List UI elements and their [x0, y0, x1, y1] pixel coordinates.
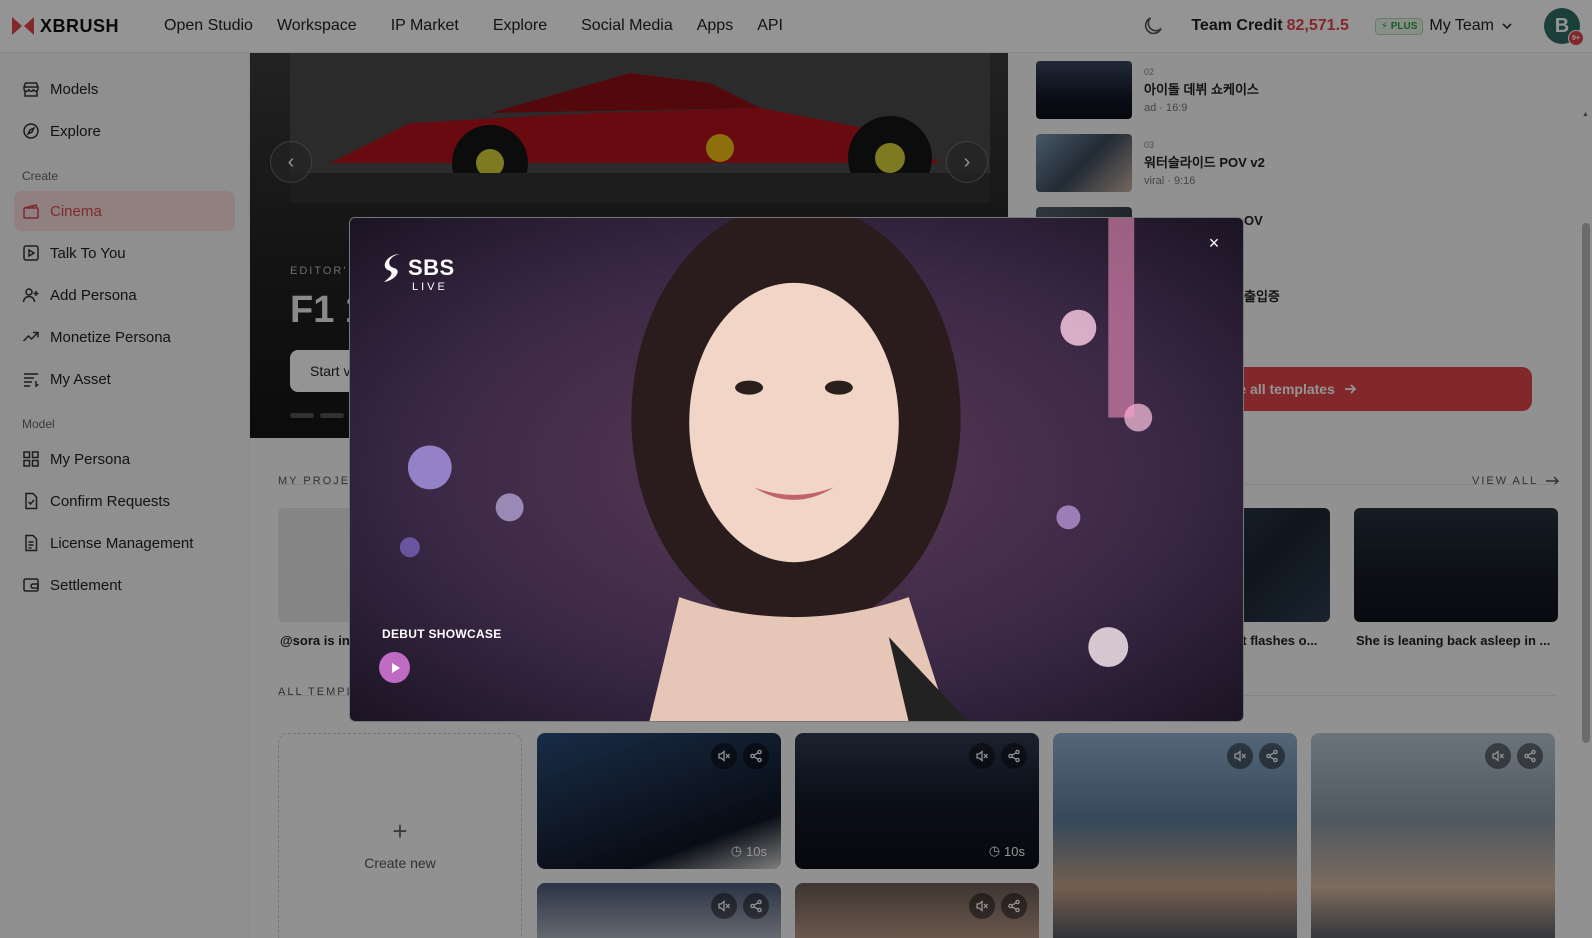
sbs-live-logo: SBS LIVE: [382, 252, 455, 293]
logo-main: SBS: [382, 252, 455, 284]
play-icon: [391, 662, 400, 673]
play-button[interactable]: [379, 652, 410, 683]
video-caption: DEBUT SHOWCASE: [382, 627, 502, 641]
debut-showcase-video[interactable]: [350, 218, 1243, 722]
sbs-swoosh-icon: [384, 254, 400, 282]
video-preview-modal: × SBS LIVE DEBUT SHOWCASE: [349, 217, 1244, 722]
logo-main-text: SBS: [408, 255, 455, 280]
close-button[interactable]: ×: [1203, 232, 1225, 254]
logo-sub-text: LIVE: [412, 281, 448, 293]
